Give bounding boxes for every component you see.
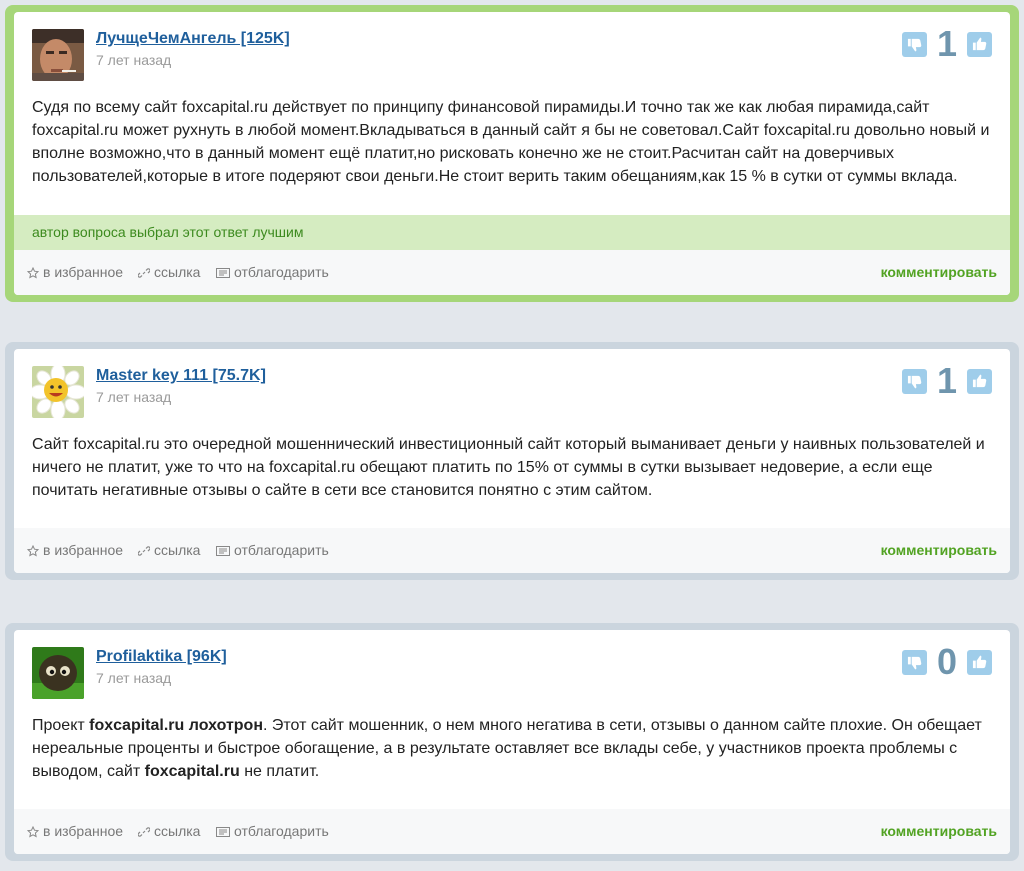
like-button[interactable] [967,368,992,394]
answer-card-2: Master key 111 [75.7K] 7 лет назад 1 Сай… [5,342,1019,580]
answer-card: Profilaktika [96K] 7 лет назад 0 Проект … [14,630,1010,854]
thumb-up-icon [972,374,987,387]
answer-text: Судя по всему сайт foxcapital.ru действу… [32,99,990,185]
thank-button[interactable]: отблагодарить [216,809,329,854]
avatar[interactable] [32,29,84,81]
thank-label: отблагодарить [234,264,329,280]
vote-count: 1 [936,360,958,401]
thank-label: отблагодарить [234,823,329,839]
thank-button[interactable]: отблагодарить [216,250,329,295]
link-button[interactable]: ссылка [138,250,200,295]
avatar[interactable] [32,366,84,418]
favorite-label: в избранное [43,823,124,839]
comment-button[interactable]: комментировать [881,250,997,295]
link-icon [138,826,150,837]
favorite-label: в избранное [43,542,124,558]
text-part-bold: foxcapital.ru [144,763,240,780]
favorite-button[interactable]: в избранное [27,528,123,573]
link-icon [138,545,150,556]
text-part-bold: foxcapital.ru лохотрон [89,717,263,734]
answer-card: Master key 111 [75.7K] 7 лет назад 1 Сай… [14,349,1010,573]
link-button[interactable]: ссылка [138,528,200,573]
answer-footer: в избранное ссылка отблагодарить коммент… [14,528,1010,573]
comment-button[interactable]: комментировать [881,528,997,573]
answer-header: Profilaktika [96K] 7 лет назад 0 [14,630,1010,704]
vote-widget: 1 [902,360,992,401]
answer-footer: в избранное ссылка отблагодарить коммент… [14,809,1010,854]
text-part: Проект [32,717,90,734]
answer-text: Проект foxcapital.ru лохотрон. Этот сайт… [14,704,1010,809]
favorite-button[interactable]: в избранное [27,250,123,295]
like-button[interactable] [967,31,992,57]
thumb-up-icon [972,37,987,50]
author-link[interactable]: Profilaktika [96K] [96,648,227,666]
vote-count: 1 [936,23,958,64]
answer-header: Master key 111 [75.7K] 7 лет назад 1 [14,349,1010,423]
answer-card: ЛучщеЧемАнгель [125K] 7 лет назад 1 Судя… [14,12,1010,295]
dislike-button[interactable] [902,31,927,57]
comment-button[interactable]: комментировать [881,809,997,854]
answer-card-best: ЛучщеЧемАнгель [125K] 7 лет назад 1 Судя… [5,5,1019,302]
author-link[interactable]: ЛучщеЧемАнгель [125K] [96,30,290,48]
answer-footer: в избранное ссылка отблагодарить коммент… [14,250,1010,295]
thank-icon [216,826,230,837]
link-label: ссылка [154,264,201,280]
thumb-down-icon [907,656,922,669]
thank-button[interactable]: отблагодарить [216,528,329,573]
answer-time: 7 лет назад [96,389,172,405]
favorite-button[interactable]: в избранное [27,809,123,854]
vote-widget: 1 [902,23,992,64]
answer-time: 7 лет назад [96,670,172,686]
author-link[interactable]: Master key 111 [75.7K] [96,367,266,385]
link-icon [138,267,150,278]
star-icon [27,825,39,837]
thank-icon [216,267,230,278]
text-part: не платит. [239,763,320,780]
link-label: ссылка [154,542,201,558]
vote-widget: 0 [902,641,992,682]
thank-label: отблагодарить [234,542,329,558]
dislike-button[interactable] [902,368,927,394]
answer-header: ЛучщеЧемАнгель [125K] 7 лет назад 1 [14,12,1010,86]
star-icon [27,266,39,278]
dislike-button[interactable] [902,649,927,675]
thumb-down-icon [907,38,922,51]
link-label: ссылка [154,823,201,839]
thumb-down-icon [907,375,922,388]
link-button[interactable]: ссылка [138,809,200,854]
thank-icon [216,545,230,556]
answer-time: 7 лет назад [96,52,172,68]
star-icon [27,544,39,556]
avatar[interactable] [32,647,84,699]
vote-count: 0 [936,641,958,682]
answer-text: Сайт foxcapital.ru это очередной мошенни… [32,436,985,499]
answer-card-3: Profilaktika [96K] 7 лет назад 0 Проект … [5,623,1019,861]
favorite-label: в избранное [43,264,124,280]
thumb-up-icon [972,655,987,668]
best-answer-label: автор вопроса выбрал этот ответ лучшим [14,215,1010,250]
like-button[interactable] [967,649,992,675]
